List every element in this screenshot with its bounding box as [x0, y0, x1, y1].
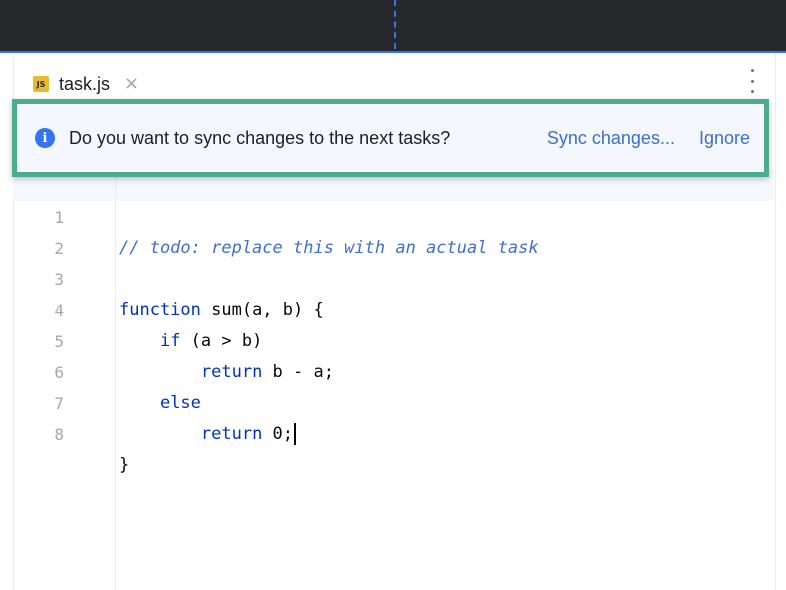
code-line: 7 return 0;	[13, 357, 774, 445]
top-toolbar	[0, 0, 786, 51]
info-icon: i	[35, 128, 55, 148]
split-divider[interactable]	[394, 0, 396, 49]
code-line: 3 function sum(a, b) {	[13, 233, 774, 320]
sync-notification-banner: i Do you want to sync changes to the nex…	[12, 99, 769, 177]
code-line: 2	[13, 202, 774, 258]
text-caret	[294, 423, 297, 445]
tab-label: task.js	[59, 73, 111, 94]
code-text: return 0;	[119, 419, 297, 450]
code-line: 5 return b - a;	[13, 295, 774, 382]
javascript-file-icon: JS	[33, 76, 49, 92]
tab-task-js[interactable]: JS task.js ×	[14, 65, 155, 103]
more-vertical-icon[interactable]	[749, 69, 755, 93]
sync-changes-link[interactable]: Sync changes...	[547, 128, 675, 149]
close-icon[interactable]: ×	[124, 75, 139, 93]
code-line: 8 }	[13, 388, 774, 475]
line-number: 8	[54, 425, 64, 444]
code-text: }	[119, 455, 130, 475]
code-editor[interactable]: 1 // todo: replace this with an actual t…	[13, 170, 774, 590]
code-line: 4 if (a > b)	[13, 264, 774, 351]
ignore-link[interactable]: Ignore	[699, 128, 750, 149]
banner-message: Do you want to sync changes to the next …	[69, 127, 451, 148]
code-line: 6 else	[13, 326, 774, 413]
